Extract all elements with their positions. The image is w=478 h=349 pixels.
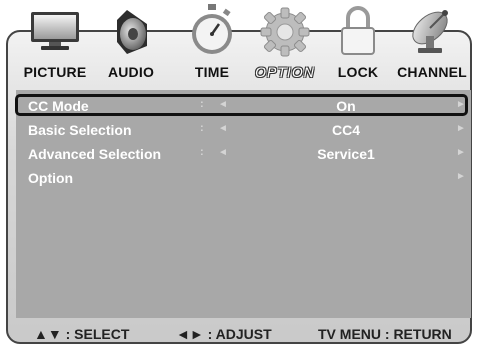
tab-label: CHANNEL: [397, 64, 467, 80]
row-label: Advanced Selection: [28, 146, 162, 162]
row-colon: :: [200, 122, 204, 134]
tab-lock[interactable]: LOCK: [330, 0, 386, 88]
speaker-icon: [103, 2, 159, 63]
tab-audio[interactable]: AUDIO: [98, 0, 164, 88]
tab-label: OPTION: [255, 64, 315, 80]
tab-label: TIME: [194, 64, 230, 80]
row-label: Option: [28, 170, 74, 186]
menu-row-option[interactable]: Option ►: [16, 166, 471, 190]
menu-row-advanced-selection[interactable]: Advanced Selection : ◄ Service1 ►: [16, 142, 471, 166]
arrow-left-icon[interactable]: ◄: [218, 147, 228, 158]
menu-row-basic-selection[interactable]: Basic Selection : ◄ CC4 ►: [16, 118, 471, 142]
monitor-icon: [27, 2, 83, 59]
select-hint: ▲▼ : SELECT: [34, 326, 130, 342]
selection-highlight: [15, 94, 468, 116]
return-hint: TV MENU : RETURN: [318, 326, 452, 342]
adjust-hint: ◄► : ADJUST: [176, 326, 272, 342]
arrow-right-icon[interactable]: ►: [456, 123, 466, 134]
menu-tabs: PICTURE AUDIO TIME OPTION LOCK CHANNEL: [0, 0, 478, 90]
tab-label: PICTURE: [23, 64, 87, 80]
arrow-left-icon[interactable]: ◄: [218, 123, 228, 134]
gear-icon: [256, 2, 314, 65]
tab-label: AUDIO: [107, 64, 155, 80]
settings-panel: CC Mode : ◄ On ► Basic Selection : ◄ CC4…: [16, 90, 471, 318]
tab-option[interactable]: OPTION: [250, 0, 320, 88]
row-label: Basic Selection: [28, 122, 132, 138]
row-colon: :: [200, 146, 204, 158]
tab-time[interactable]: TIME: [184, 0, 240, 88]
tab-channel[interactable]: CHANNEL: [392, 0, 472, 88]
row-value: CC4: [331, 122, 360, 138]
satellite-dish-icon: [404, 2, 460, 63]
padlock-icon: [336, 2, 380, 63]
row-value: Service1: [317, 146, 375, 162]
arrow-right-icon[interactable]: ►: [456, 171, 466, 182]
tab-label: LOCK: [337, 64, 379, 80]
arrow-right-icon[interactable]: ►: [456, 147, 466, 158]
tab-picture[interactable]: PICTURE: [18, 0, 92, 88]
stopwatch-icon: [186, 2, 238, 63]
